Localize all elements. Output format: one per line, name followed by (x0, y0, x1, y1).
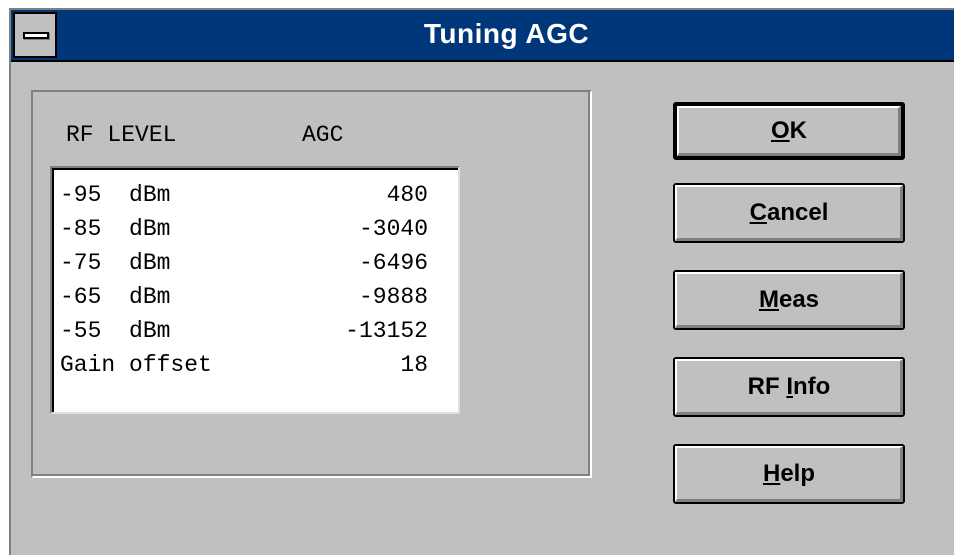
rf-level-value: -75 dBm (60, 250, 171, 276)
rf-info-mnemonic: I (786, 373, 794, 400)
list-item[interactable]: -65 dBm -9888 (60, 280, 450, 314)
system-menu-button[interactable] (13, 12, 57, 58)
gain-offset-label: Gain offset (60, 352, 212, 378)
agc-value: -9888 (358, 284, 428, 310)
cancel-rest: ancel (766, 199, 829, 226)
cancel-button[interactable]: Cancel (673, 183, 905, 243)
rf-info-button[interactable]: RF Info (673, 357, 905, 417)
rf-level-value: -95 dBm (60, 182, 171, 208)
agc-list[interactable]: -95 dBm 480 -85 dBm -3040 -75 dBm -6496 … (50, 166, 460, 414)
gain-offset-value: 18 (400, 352, 428, 378)
list-item[interactable]: -75 dBm -6496 (60, 246, 450, 280)
rf-level-value: -85 dBm (60, 216, 171, 242)
rf-info-rest: nfo (793, 373, 831, 400)
help-rest: elp (780, 460, 816, 487)
cancel-mnemonic: C (749, 199, 767, 226)
agc-header: AGC (302, 122, 344, 148)
cancel-button-label: Cancel (675, 185, 903, 241)
agc-value: 480 (386, 182, 428, 208)
meas-rest: eas (778, 286, 820, 313)
meas-button[interactable]: Meas (673, 270, 905, 330)
meas-mnemonic: M (758, 286, 779, 313)
list-item[interactable]: -85 dBm -3040 (60, 212, 450, 246)
system-menu-icon (23, 32, 49, 39)
ok-rest: K (789, 117, 807, 144)
ok-button-label: OK (677, 106, 901, 156)
help-mnemonic: H (762, 460, 781, 487)
ok-mnemonic: O (770, 117, 790, 144)
ok-button[interactable]: OK (673, 102, 905, 160)
agc-value: -3040 (358, 216, 428, 242)
rf-level-value: -65 dBm (60, 284, 171, 310)
rf-level-header: RF LEVEL (66, 122, 177, 148)
window-title: Tuning AGC (423, 18, 590, 49)
meas-button-label: Meas (675, 272, 903, 328)
rf-level-value: -55 dBm (60, 318, 171, 344)
list-item[interactable]: Gain offset 18 (60, 348, 450, 382)
agc-list-inner: -95 dBm 480 -85 dBm -3040 -75 dBm -6496 … (52, 168, 458, 412)
help-button[interactable]: Help (673, 444, 905, 504)
list-item[interactable]: -55 dBm -13152 (60, 314, 450, 348)
help-button-label: Help (675, 446, 903, 502)
title-bar[interactable]: Tuning AGC (11, 10, 954, 62)
list-item[interactable]: -95 dBm 480 (60, 178, 450, 212)
agc-value: -13152 (345, 318, 428, 344)
rf-info-button-label: RF Info (675, 359, 903, 415)
rf-info-prefix: RF (747, 373, 787, 400)
agc-value: -6496 (358, 250, 428, 276)
